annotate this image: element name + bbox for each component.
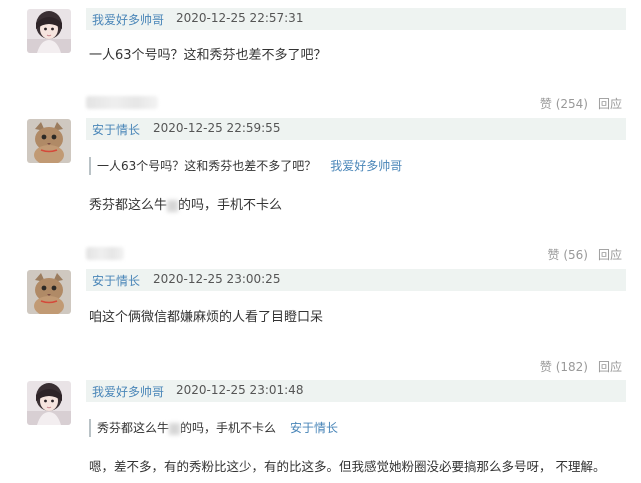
cat-avatar-icon — [27, 270, 71, 314]
comment-footer: 赞 (56) 回应 — [0, 245, 641, 263]
comment-timestamp: 2020-12-25 22:59:55 — [153, 121, 281, 135]
blurred-username — [86, 96, 158, 109]
avatar[interactable] — [27, 381, 71, 425]
avatar[interactable] — [27, 9, 71, 53]
girl-avatar-icon — [27, 381, 71, 425]
comment-footer: 赞 (254) 回应 — [0, 94, 641, 112]
redacted-glyph — [167, 199, 179, 212]
comment-meta-bar: 安于情长 2020-12-25 23:00:25 — [86, 269, 626, 291]
username-link[interactable]: 安于情长 — [92, 121, 140, 138]
like-button[interactable]: 赞 (56) — [548, 248, 588, 262]
girl-avatar-icon — [27, 9, 71, 53]
comment-text: 秀芬都这么牛 的吗，手机不卡么 — [89, 194, 282, 213]
comment-timestamp: 2020-12-25 23:01:48 — [176, 383, 304, 397]
comment-meta-bar: 安于情长 2020-12-25 22:59:55 — [86, 118, 626, 140]
like-button[interactable]: 赞 (254) — [540, 97, 588, 111]
comment-text-part: 秀芬都这么牛 — [89, 198, 168, 213]
comment-text: 嗯，差不多，有的秀粉比这少，有的比这多。但我感觉她粉圈没必要搞那么多号呀， 不理… — [89, 459, 606, 474]
username-link[interactable]: 我爱好多帅哥 — [92, 383, 164, 400]
quoted-comment: 一人63个号吗？这和秀芬也差不多了吧？ 我爱好多帅哥 — [89, 157, 402, 175]
redacted-glyph — [169, 422, 181, 435]
reply-button[interactable]: 回应 — [598, 97, 622, 111]
avatar[interactable] — [27, 270, 71, 314]
comment-meta-bar: 我爱好多帅哥 2020-12-25 23:01:48 — [86, 380, 626, 402]
comment-text: 一人63个号吗？这和秀芬也差不多了吧？ — [89, 48, 327, 63]
reply-button[interactable]: 回应 — [598, 248, 622, 262]
quoted-username-link[interactable]: 安于情长 — [290, 421, 338, 435]
quoted-comment: 秀芬都这么牛 的吗，手机不卡么 安于情长 — [89, 419, 338, 437]
cat-avatar-icon — [27, 119, 71, 163]
blurred-username — [86, 247, 124, 260]
comment-text: 咱这个俩微信都嫌麻烦的人看了目瞪口呆 — [89, 310, 324, 325]
quoted-text: 一人63个号吗？这和秀芬也差不多了吧？ — [97, 159, 317, 173]
quoted-username-link[interactable]: 我爱好多帅哥 — [330, 159, 402, 173]
comment-text-part: 的吗，手机不卡么 — [178, 198, 283, 213]
comment-footer: 赞 (182) 回应 — [0, 357, 641, 375]
quoted-text-part: 的吗，手机不卡么 — [180, 421, 277, 435]
username-link[interactable]: 我爱好多帅哥 — [92, 11, 164, 28]
quoted-text-part: 秀芬都这么牛 — [97, 421, 170, 435]
comment-timestamp: 2020-12-25 22:57:31 — [176, 11, 304, 25]
comment-actions: 赞 (182) 回应 — [540, 358, 622, 375]
username-link[interactable]: 安于情长 — [92, 272, 140, 289]
comment-actions: 赞 (56) 回应 — [548, 246, 622, 263]
avatar[interactable] — [27, 119, 71, 163]
comment-timestamp: 2020-12-25 23:00:25 — [153, 272, 281, 286]
comment-meta-bar: 我爱好多帅哥 2020-12-25 22:57:31 — [86, 8, 626, 30]
like-button[interactable]: 赞 (182) — [540, 360, 588, 374]
reply-button[interactable]: 回应 — [598, 360, 622, 374]
comment-actions: 赞 (254) 回应 — [540, 95, 622, 112]
